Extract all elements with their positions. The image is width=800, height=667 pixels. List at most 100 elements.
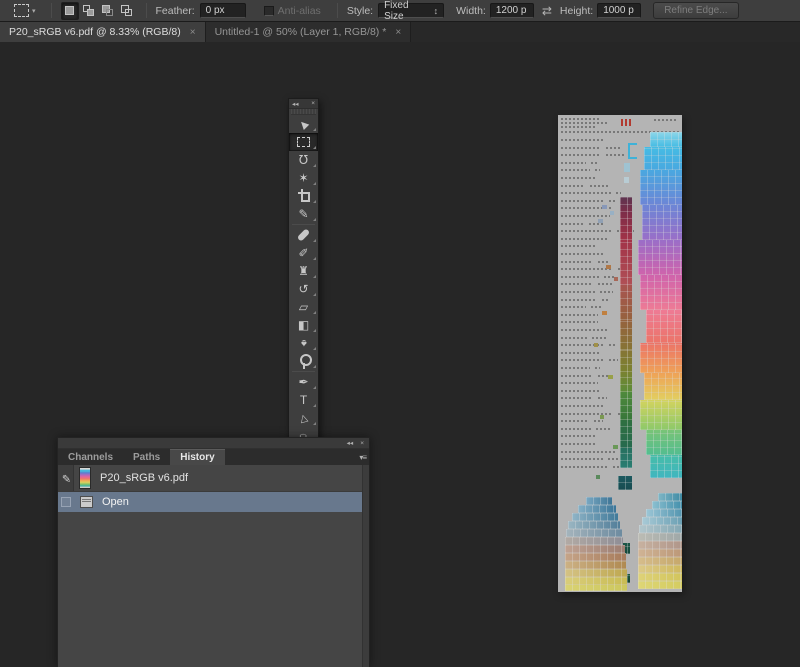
subtract-from-selection-button[interactable] bbox=[99, 2, 117, 20]
panel-menu-icon[interactable]: ▾≡ bbox=[359, 453, 366, 462]
right-pyramid-row bbox=[638, 581, 682, 589]
label-text-row bbox=[561, 321, 598, 323]
label-text-row bbox=[561, 283, 593, 285]
tool-flyout-caret bbox=[313, 182, 316, 185]
tool-brush[interactable]: ✐ bbox=[289, 244, 318, 262]
refine-edge-button[interactable]: Refine Edge... bbox=[653, 2, 738, 19]
label-text-row bbox=[561, 268, 613, 270]
close-tab-icon[interactable]: × bbox=[190, 27, 196, 38]
panel-tab-paths[interactable]: Paths bbox=[123, 449, 170, 465]
label-text-row bbox=[591, 306, 603, 308]
fine-print-row bbox=[561, 122, 607, 124]
feather-label: Feather: bbox=[156, 5, 195, 17]
color-speck bbox=[600, 415, 604, 419]
label-text-row bbox=[609, 359, 617, 361]
rectangular-marquee-icon bbox=[297, 137, 310, 147]
history-state-row-selected[interactable]: Open bbox=[58, 492, 369, 512]
intersect-selection-button[interactable] bbox=[118, 2, 136, 20]
patch-grid-overlay bbox=[565, 577, 627, 585]
patch-grid-overlay bbox=[572, 513, 618, 521]
snapshot-label: P20_sRGB v6.pdf bbox=[100, 472, 188, 484]
feather-input[interactable]: 0 px bbox=[200, 3, 246, 18]
left-pyramid-row bbox=[586, 497, 612, 505]
color-speck bbox=[613, 445, 618, 449]
patch-grid-overlay bbox=[639, 525, 682, 533]
collapse-panel-icon[interactable]: ◂◂ bbox=[292, 100, 299, 108]
width-input[interactable]: 1200 p bbox=[490, 3, 534, 18]
tool-dodge[interactable] bbox=[289, 352, 318, 370]
gradient-patch-block bbox=[642, 205, 682, 240]
label-text-row bbox=[561, 466, 608, 468]
document-tab[interactable]: P20_sRGB v6.pdf @ 8.33% (RGB/8) × bbox=[0, 22, 206, 42]
right-pyramid-row bbox=[646, 509, 682, 517]
healing-brush-icon bbox=[297, 228, 310, 241]
color-speck bbox=[606, 265, 611, 269]
patch-grid-overlay bbox=[620, 350, 632, 372]
scroll-gutter[interactable] bbox=[362, 465, 369, 667]
divider bbox=[146, 3, 147, 18]
style-value: Fixed Size bbox=[384, 0, 428, 22]
tool-history-brush[interactable]: ↺ bbox=[289, 280, 318, 298]
tool-magic-wand[interactable]: ✶ bbox=[289, 169, 318, 187]
label-text-row bbox=[561, 337, 587, 339]
panel-tab-history[interactable]: History bbox=[170, 449, 224, 465]
left-pyramid-row bbox=[565, 553, 626, 561]
label-text-row bbox=[561, 359, 604, 361]
swap-dimensions-icon[interactable]: ⇄ bbox=[542, 4, 552, 18]
history-snapshot-row[interactable]: ✐ P20_sRGB v6.pdf bbox=[58, 465, 369, 492]
divider bbox=[51, 3, 52, 18]
history-source-well[interactable]: ✐ bbox=[58, 465, 74, 491]
tool-separator bbox=[292, 224, 315, 225]
add-to-selection-button[interactable] bbox=[80, 2, 98, 20]
patch-grid-overlay bbox=[638, 549, 682, 557]
tool-preset-dropdown-icon[interactable]: ▾ bbox=[32, 7, 36, 15]
tool-blur[interactable]: ♠ bbox=[289, 334, 318, 352]
document-canvas-image[interactable] bbox=[558, 115, 682, 592]
label-text-row bbox=[561, 375, 593, 377]
label-text-row bbox=[561, 245, 595, 247]
patch-grid-overlay bbox=[620, 372, 632, 392]
document-tab-label: P20_sRGB v6.pdf @ 8.33% (RGB/8) bbox=[9, 26, 181, 38]
antialias-checkbox[interactable] bbox=[264, 6, 274, 16]
antialias-label: Anti-alias bbox=[278, 5, 321, 17]
patch-grid-overlay bbox=[620, 420, 632, 448]
label-text-row bbox=[561, 238, 608, 240]
tool-eyedropper[interactable]: ✎ bbox=[289, 205, 318, 223]
close-tab-icon[interactable]: × bbox=[395, 27, 401, 38]
close-panel-icon[interactable]: × bbox=[311, 100, 315, 107]
panel-tab-channels[interactable]: Channels bbox=[58, 449, 123, 465]
eyedropper-icon: ✎ bbox=[298, 207, 308, 221]
right-pyramid-row bbox=[639, 525, 682, 533]
patch-grid-overlay bbox=[620, 392, 632, 420]
tool-pen[interactable]: ✒ bbox=[289, 373, 318, 391]
color-speck bbox=[598, 219, 603, 223]
patch-grid-overlay bbox=[644, 147, 682, 170]
tool-type[interactable]: T bbox=[289, 391, 318, 409]
tool-eraser[interactable]: ▱ bbox=[289, 298, 318, 316]
patch-grid-overlay bbox=[620, 448, 632, 468]
tool-clone-stamp[interactable]: ♜ bbox=[289, 262, 318, 280]
patch-grid-overlay bbox=[640, 400, 682, 430]
history-state-checkbox[interactable] bbox=[61, 497, 71, 507]
new-selection-button[interactable] bbox=[61, 2, 79, 20]
document-tab[interactable]: Untitled-1 @ 50% (Layer 1, RGB/8) *× bbox=[206, 22, 412, 42]
patch-grid-overlay bbox=[640, 170, 682, 205]
open-state-icon bbox=[80, 496, 93, 508]
tool-healing-brush[interactable] bbox=[289, 226, 318, 244]
label-text-row bbox=[561, 397, 593, 399]
right-pyramid-row bbox=[638, 541, 682, 549]
collapse-panel-icon[interactable]: ◂◂ bbox=[347, 439, 354, 447]
tool-crop[interactable] bbox=[289, 187, 318, 205]
tool-path-selection[interactable]: ▷ bbox=[289, 409, 318, 427]
height-input[interactable]: 1000 p bbox=[597, 3, 641, 18]
tool-rectangular-marquee[interactable] bbox=[289, 133, 318, 151]
label-text-row bbox=[561, 451, 617, 453]
tool-gradient[interactable]: ◧ bbox=[289, 316, 318, 334]
pen-icon: ✒ bbox=[298, 375, 308, 389]
tool-lasso[interactable]: ℧ bbox=[289, 151, 318, 169]
tool-move[interactable]: ▶ bbox=[289, 115, 318, 133]
close-panel-icon[interactable]: × bbox=[360, 440, 364, 447]
style-select[interactable]: Fixed Size ↕ bbox=[378, 3, 444, 18]
label-text-row bbox=[561, 215, 610, 217]
rectangular-marquee-tool-icon[interactable] bbox=[14, 4, 29, 17]
